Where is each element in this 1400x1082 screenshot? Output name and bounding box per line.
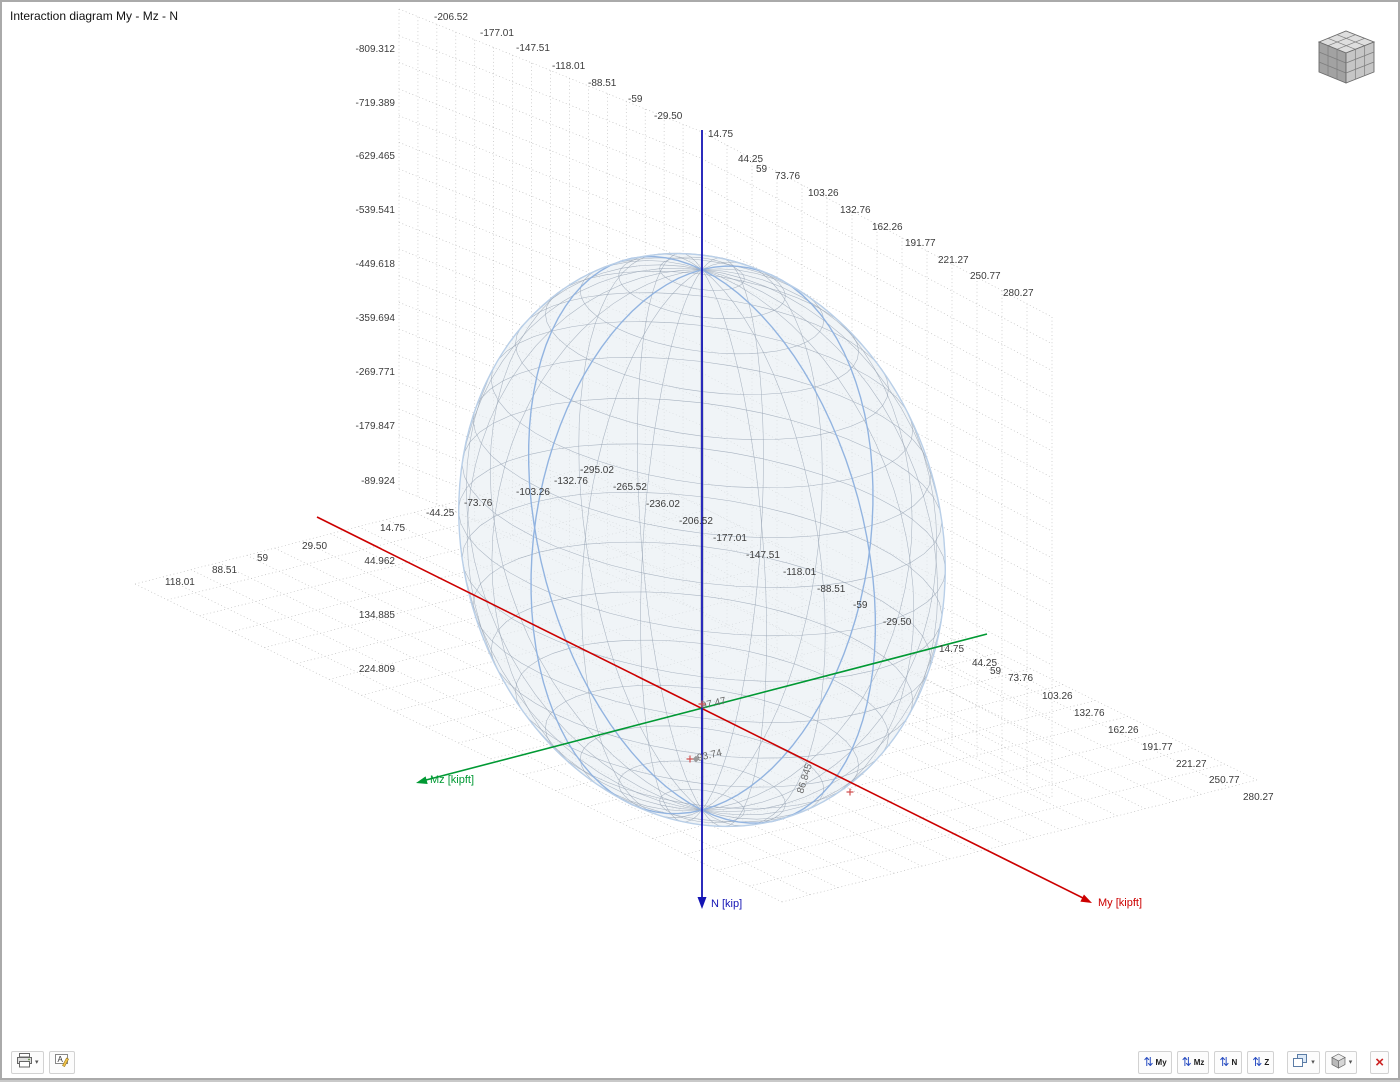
tick-label: 103.26 — [1042, 691, 1073, 702]
toolbar-left-group: ▾ A — [11, 1051, 75, 1074]
tick-label: -539.541 — [356, 205, 396, 216]
cube-icon — [1330, 1053, 1347, 1072]
axis-arrow-my — [1080, 895, 1092, 903]
tick-label: -118.01 — [783, 567, 817, 578]
tick-label: -719.389 — [356, 98, 396, 109]
tick-label: 59 — [756, 164, 768, 175]
tick-label: -29.50 — [883, 617, 912, 628]
view-title: Interaction diagram My - Mz - N — [10, 9, 178, 23]
tick-label: 191.77 — [905, 238, 936, 249]
svg-text:A: A — [57, 1055, 63, 1064]
axis-label: Mz [kipft] — [430, 774, 474, 786]
projection-mz-button[interactable]: ⇅ Mz — [1177, 1051, 1210, 1074]
updown-arrows-icon: ⇅ — [1252, 1056, 1262, 1068]
tick-label: -177.01 — [480, 28, 514, 39]
updown-arrows-icon: ⇅ — [1219, 1056, 1229, 1068]
tick-label: -132.76 — [554, 476, 588, 487]
projection-my-button[interactable]: ⇅ My — [1138, 1051, 1171, 1074]
bottom-toolbar: ▾ A ⇅ My ⇅ Mz ⇅ — [2, 1046, 1398, 1078]
toolbar-right-group: ⇅ My ⇅ Mz ⇅ N ⇅ Z — [1138, 1051, 1389, 1074]
tick-label: -206.52 — [434, 12, 468, 23]
tick-label: 250.77 — [970, 271, 1001, 282]
axis-button-label: Mz — [1194, 1058, 1205, 1067]
dropdown-caret: ▾ — [1311, 1059, 1315, 1066]
tick-label: -59 — [628, 94, 643, 105]
tick-label: -118.01 — [552, 61, 586, 72]
tick-label: 44.962 — [364, 556, 395, 567]
tick-label: 134.885 — [359, 610, 396, 621]
tick-label: -103.26 — [516, 487, 550, 498]
projection-n-button[interactable]: ⇅ N — [1214, 1051, 1242, 1074]
tick-label: -177.01 — [713, 533, 747, 544]
layers-menu-button[interactable]: ▾ — [1287, 1051, 1320, 1074]
axis-label: My [kipft] — [1098, 897, 1142, 909]
updown-arrows-icon: ⇅ — [1143, 1056, 1153, 1068]
tick-label: -236.02 — [646, 499, 680, 510]
tick-label: -88.51 — [588, 78, 617, 89]
tick-label: -449.618 — [356, 259, 396, 270]
tick-label: -44.25 — [426, 508, 455, 519]
tick-label: 73.76 — [1008, 673, 1033, 684]
tick-label: -295.02 — [580, 465, 614, 476]
close-icon: × — [1375, 1055, 1384, 1070]
tick-label: -269.771 — [356, 367, 396, 378]
diagram-viewport[interactable]: My [kipft]Mz [kipft]N [kip]-206.52-177.0… — [2, 2, 1400, 1082]
navigation-cube[interactable] — [1319, 31, 1374, 83]
tick-label: 162.26 — [1108, 725, 1139, 736]
layers-icon — [1292, 1053, 1309, 1071]
axis-label: N [kip] — [711, 898, 742, 910]
tick-label: -265.52 — [613, 482, 647, 493]
tick-label: 280.27 — [1243, 792, 1274, 803]
tick-label: 280.27 — [1003, 288, 1034, 299]
axis-button-label: My — [1156, 1058, 1167, 1067]
tick-label: 132.76 — [1074, 708, 1105, 719]
annotation-button[interactable]: A — [49, 1051, 75, 1074]
tick-label: -809.312 — [356, 44, 396, 55]
tick-label: 59 — [257, 553, 269, 564]
tick-label: 221.27 — [1176, 759, 1207, 770]
tick-label: 118.01 — [165, 577, 195, 588]
tick-label: -29.50 — [654, 111, 683, 122]
tick-label: 250.77 — [1209, 775, 1240, 786]
views-menu-button[interactable]: ▾ — [1325, 1051, 1358, 1074]
print-button[interactable]: ▾ — [11, 1051, 44, 1074]
tick-label: -359.694 — [356, 313, 396, 324]
tick-label: 59 — [990, 666, 1002, 677]
tick-label: 191.77 — [1142, 742, 1173, 753]
axis-button-label: N — [1231, 1058, 1237, 1067]
app-window: Interaction diagram My - Mz - N My [kipf… — [0, 0, 1400, 1080]
annotation-icon: A — [54, 1053, 70, 1071]
tick-label: 14.75 — [939, 644, 964, 655]
tick-label: -179.847 — [356, 421, 396, 432]
tick-label: -59 — [853, 600, 868, 611]
dropdown-caret: ▾ — [1349, 1059, 1353, 1066]
tick-label: -147.51 — [746, 550, 780, 561]
dropdown-caret: ▾ — [35, 1059, 39, 1066]
tick-label: 103.26 — [808, 188, 839, 199]
tick-label: 29.50 — [302, 541, 327, 552]
axis-arrow-n — [698, 897, 707, 909]
axis-button-label: Z — [1264, 1058, 1269, 1067]
projection-z-button[interactable]: ⇅ Z — [1247, 1051, 1274, 1074]
tick-label: -629.465 — [356, 151, 396, 162]
tick-label: -73.76 — [464, 498, 493, 509]
tick-label: -89.924 — [361, 476, 395, 487]
tick-label: -88.51 — [817, 584, 846, 595]
updown-arrows-icon: ⇅ — [1182, 1056, 1192, 1068]
tick-label: 73.76 — [775, 171, 800, 182]
tick-label: 221.27 — [938, 255, 969, 266]
tick-label: 224.809 — [359, 664, 396, 675]
tick-label: 14.75 — [380, 523, 405, 534]
printer-icon — [16, 1053, 33, 1071]
axis-arrow-mz — [416, 776, 428, 784]
tick-label: -206.52 — [679, 516, 713, 527]
tick-label: 14.75 — [708, 129, 733, 140]
close-view-button[interactable]: × — [1370, 1051, 1389, 1074]
tick-label: -147.51 — [516, 43, 550, 54]
tick-label: 162.26 — [872, 222, 903, 233]
design-point-marker — [847, 789, 854, 796]
tick-label: 88.51 — [212, 565, 237, 576]
tick-label: 132.76 — [840, 205, 871, 216]
